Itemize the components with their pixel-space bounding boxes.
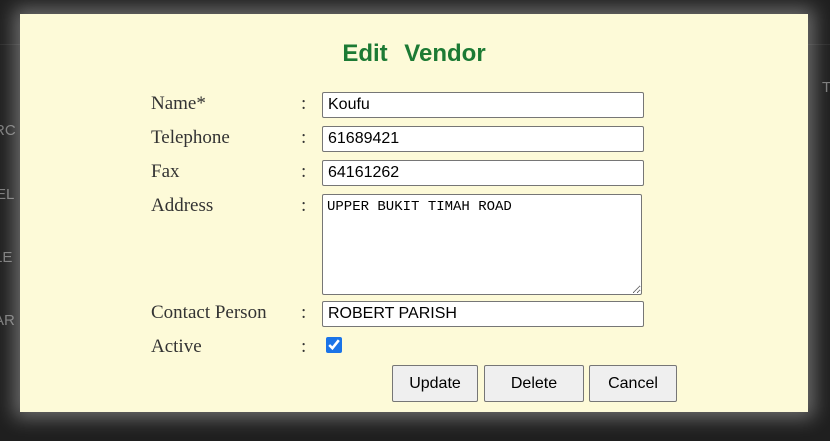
backdrop-text: T xyxy=(822,79,830,96)
colon-separator: : xyxy=(301,195,307,216)
delete-button[interactable]: Delete xyxy=(484,365,584,402)
address-label: Address xyxy=(151,195,214,216)
active-label: Active xyxy=(151,336,202,357)
backdrop-text: AR xyxy=(0,312,15,329)
colon-separator: : xyxy=(301,336,307,357)
fax-label: Fax xyxy=(151,161,180,182)
colon-separator: : xyxy=(301,127,307,148)
backdrop-text: EL xyxy=(0,186,15,203)
backdrop-text: RC xyxy=(0,122,16,139)
update-button[interactable]: Update xyxy=(392,365,478,402)
cancel-button[interactable]: Cancel xyxy=(589,365,677,402)
telephone-label: Telephone xyxy=(151,127,230,148)
telephone-input[interactable] xyxy=(322,126,644,152)
colon-separator: : xyxy=(301,161,307,182)
contact-person-input[interactable] xyxy=(322,301,644,327)
address-textarea[interactable]: UPPER BUKIT TIMAH ROAD xyxy=(322,194,642,295)
name-input[interactable] xyxy=(322,92,644,118)
dialog-title: Edit Vendor xyxy=(342,40,486,67)
contact-person-label: Contact Person xyxy=(151,302,267,323)
name-label: Name* xyxy=(151,93,206,114)
fax-input[interactable] xyxy=(322,160,644,186)
colon-separator: : xyxy=(301,302,307,323)
colon-separator: : xyxy=(301,93,307,114)
backdrop-text: LE xyxy=(0,249,13,266)
active-checkbox[interactable] xyxy=(326,337,342,353)
edit-vendor-dialog: Edit Vendor Name* : Telephone : Fax : Ad… xyxy=(20,14,808,412)
